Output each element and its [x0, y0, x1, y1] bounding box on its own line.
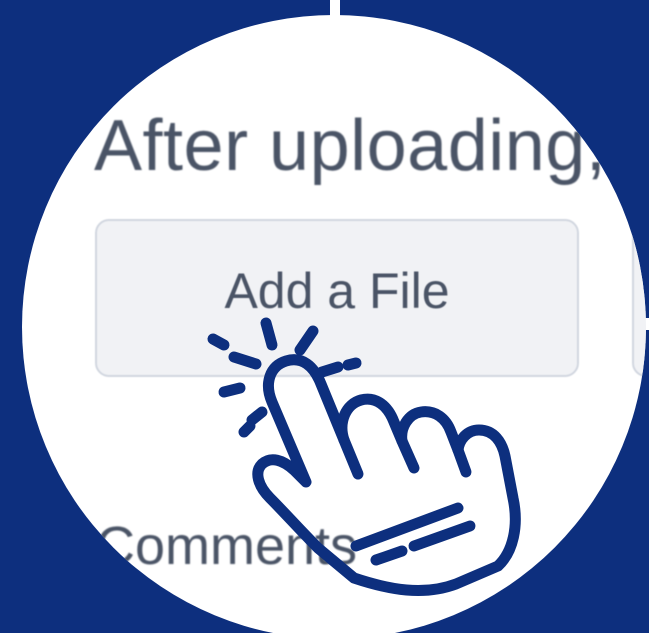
tap-ray — [218, 382, 246, 398]
tutorial-graphic: After uploading, Add a File Comments — [0, 0, 649, 633]
tap-ray — [238, 420, 256, 438]
tap-ray — [316, 361, 344, 378]
sleeve-line — [408, 520, 476, 552]
finger-crease — [338, 434, 364, 480]
tap-ray — [228, 351, 262, 370]
tap-ray — [260, 317, 278, 351]
tap-ray — [246, 406, 268, 426]
tap-ray — [207, 333, 230, 351]
finger-crease — [396, 435, 420, 474]
finger-crease — [452, 444, 472, 478]
sleeve-line — [370, 545, 408, 566]
tap-hand-icon — [207, 317, 521, 597]
tap-ray — [294, 325, 319, 356]
tap-ray — [342, 357, 362, 371]
